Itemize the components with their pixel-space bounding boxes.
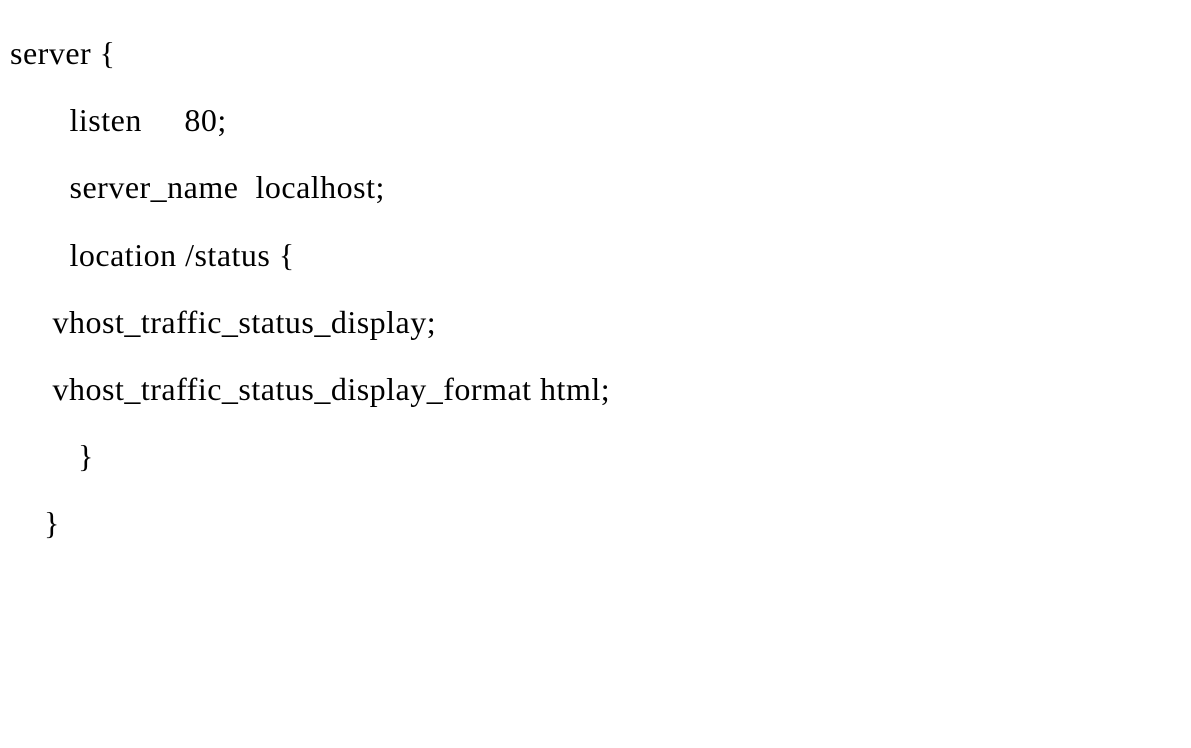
code-line-4: vhost_traffic_status_display; [10,289,1181,356]
code-line-5: vhost_traffic_status_display_format html… [10,356,1181,423]
code-line-3: location /status { [10,222,1181,289]
code-line-2: server_name localhost; [10,154,1181,221]
code-line-7: } [10,490,1181,557]
code-line-0: server { [10,20,1181,87]
code-block: server { listen 80; server_name localhos… [10,20,1181,558]
code-line-6: } [10,423,1181,490]
code-line-1: listen 80; [10,87,1181,154]
